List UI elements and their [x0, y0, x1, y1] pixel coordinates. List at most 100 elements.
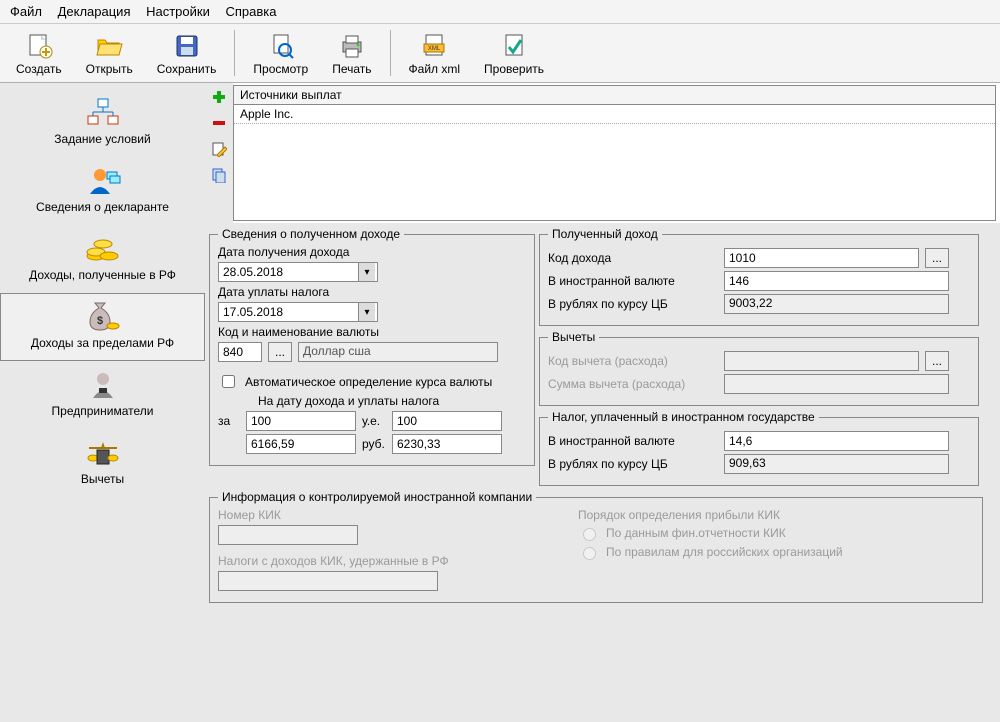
taxpaid-rub-display: 909,63 [724, 454, 949, 474]
received-foreign-input[interactable] [724, 271, 949, 291]
sidebar-item-label: Сведения о декларанте [36, 200, 169, 214]
new-document-icon [23, 30, 55, 62]
svg-text:$: $ [96, 315, 102, 327]
sidebar-item-entrepreneurs[interactable]: Предприниматели [0, 361, 205, 429]
folder-open-icon [93, 30, 125, 62]
toolbar-create[interactable]: Создать [6, 28, 72, 78]
date-tax-combo[interactable]: 17.05.2018 [218, 302, 378, 322]
toolbar-xml-label: Файл xml [409, 62, 461, 76]
sources-list[interactable]: Источники выплат Apple Inc. [233, 85, 996, 221]
per-qty1-input[interactable] [246, 411, 356, 431]
kik-opt2-radio [583, 547, 596, 560]
label-auto-rate: Автоматическое определение курса валюты [245, 375, 492, 389]
sidebar-item-label: Задание условий [54, 132, 150, 146]
label-deduct-sum: Сумма вычета (расхода) [548, 377, 718, 391]
label-received-foreign: В иностранной валюте [548, 274, 718, 288]
taxpaid-foreign-input[interactable] [724, 431, 949, 451]
save-icon [171, 30, 203, 62]
preview-icon [265, 30, 297, 62]
kik-opt1-radio [583, 528, 596, 541]
sources-header: Источники выплат [234, 86, 995, 105]
label-rub: руб. [362, 437, 386, 451]
sidebar-item-conditions[interactable]: Задание условий [0, 89, 205, 157]
currency-code-input[interactable] [218, 342, 262, 362]
edit-source-button[interactable] [209, 139, 229, 159]
toolbar-open[interactable]: Открыть [76, 28, 143, 78]
person-icon [84, 164, 122, 198]
sidebar-item-declarant[interactable]: Сведения о декларанте [0, 157, 205, 225]
income-code-lookup-button[interactable]: ... [925, 248, 949, 268]
kik-number-display [218, 525, 358, 545]
label-date-received: Дата получения дохода [218, 245, 349, 259]
currency-name-display: Доллар сша [298, 342, 498, 362]
label-kik-order: Порядок определения прибыли КИК [578, 508, 780, 522]
toolbar-preview[interactable]: Просмотр [243, 28, 318, 78]
legend-kik: Информация о контролируемой иностранной … [218, 490, 536, 504]
money-bag-icon: $ [84, 300, 122, 334]
income-code-input[interactable] [724, 248, 919, 268]
sidebar-item-label: Предприниматели [52, 404, 154, 418]
sidebar-item-deductions[interactable]: Вычеты [0, 429, 205, 497]
rate1-input[interactable] [246, 434, 356, 454]
toolbar-save[interactable]: Сохранить [147, 28, 227, 78]
fieldset-income-info: Сведения о полученном доходе Дата получе… [209, 227, 535, 466]
fieldset-kik: Информация о контролируемой иностранной … [209, 490, 983, 603]
sidebar-item-income-abroad[interactable]: $ Доходы за пределами РФ [0, 293, 205, 361]
menu-settings[interactable]: Настройки [146, 4, 210, 19]
toolbar-check[interactable]: Проверить [474, 28, 554, 78]
legend-deductions: Вычеты [548, 330, 599, 344]
main-panel: Источники выплат Apple Inc. Сведения о п… [205, 83, 1000, 715]
sidebar-item-income-rf[interactable]: Доходы, полученные в РФ [0, 225, 205, 293]
menu-file[interactable]: Файл [10, 4, 42, 19]
sidebar-item-label: Вычеты [81, 472, 124, 486]
label-taxpaid-rub: В рублях по курсу ЦБ [548, 457, 718, 471]
toolbar-save-label: Сохранить [157, 62, 217, 76]
legend-received: Полученный доход [548, 227, 662, 241]
label-kik-taxes: Налоги с доходов КИК, удержанные в РФ [218, 554, 449, 568]
toolbar-check-label: Проверить [484, 62, 544, 76]
print-icon [336, 30, 368, 62]
received-rub-display: 9003,22 [724, 294, 949, 314]
legend-tax-paid: Налог, уплаченный в иностранном государс… [548, 410, 819, 424]
legend-income-info: Сведения о полученном доходе [218, 227, 404, 241]
xml-file-icon: XML [418, 30, 450, 62]
label-kik-opt1: По данным фин.отчетности КИК [606, 526, 786, 540]
menu-help[interactable]: Справка [225, 4, 276, 19]
label-received-rub: В рублях по курсу ЦБ [548, 297, 718, 311]
label-date-tax: Дата уплаты налога [218, 285, 329, 299]
sources-buttons [205, 83, 233, 223]
rate2-input[interactable] [392, 434, 502, 454]
label-currency: Код и наименование валюты [218, 325, 379, 339]
toolbar-preview-label: Просмотр [253, 62, 308, 76]
toolbar-print[interactable]: Печать [322, 28, 381, 78]
deduct-code-lookup-button[interactable]: ... [925, 351, 949, 371]
per-qty2-input[interactable] [392, 411, 502, 431]
kik-taxes-display [218, 571, 438, 591]
menu-declaration[interactable]: Декларация [58, 4, 131, 19]
auto-rate-checkbox[interactable] [222, 375, 235, 388]
toolbar-xml[interactable]: XML Файл xml [399, 28, 471, 78]
remove-source-button[interactable] [209, 113, 229, 133]
deduct-code-display [724, 351, 919, 371]
deduct-sum-display [724, 374, 949, 394]
fieldset-received: Полученный доход Код дохода ... В иностр… [539, 227, 979, 326]
label-taxpaid-foreign: В иностранной валюте [548, 434, 718, 448]
label-income-code: Код дохода [548, 251, 718, 265]
toolbar: Создать Открыть Сохранить Просмотр Печат… [0, 24, 1000, 83]
svg-text:XML: XML [428, 46, 441, 52]
check-icon [498, 30, 530, 62]
label-deduct-code: Код вычета (расхода) [548, 354, 718, 368]
toolbar-print-label: Печать [332, 62, 371, 76]
copy-source-button[interactable] [209, 165, 229, 185]
menu-bar: Файл Декларация Настройки Справка [0, 0, 1000, 24]
sidebar: Задание условий Сведения о декларанте До… [0, 83, 205, 715]
source-row[interactable]: Apple Inc. [234, 105, 995, 124]
coins-icon [84, 232, 122, 266]
label-ue: у.е. [362, 414, 386, 428]
currency-lookup-button[interactable]: ... [268, 342, 292, 362]
date-received-combo[interactable]: 28.05.2018 [218, 262, 378, 282]
label-kik-opt2: По правилам для российских организаций [606, 545, 843, 559]
fieldset-tax-paid: Налог, уплаченный в иностранном государс… [539, 410, 979, 486]
add-source-button[interactable] [209, 87, 229, 107]
deductions-icon [84, 436, 122, 470]
